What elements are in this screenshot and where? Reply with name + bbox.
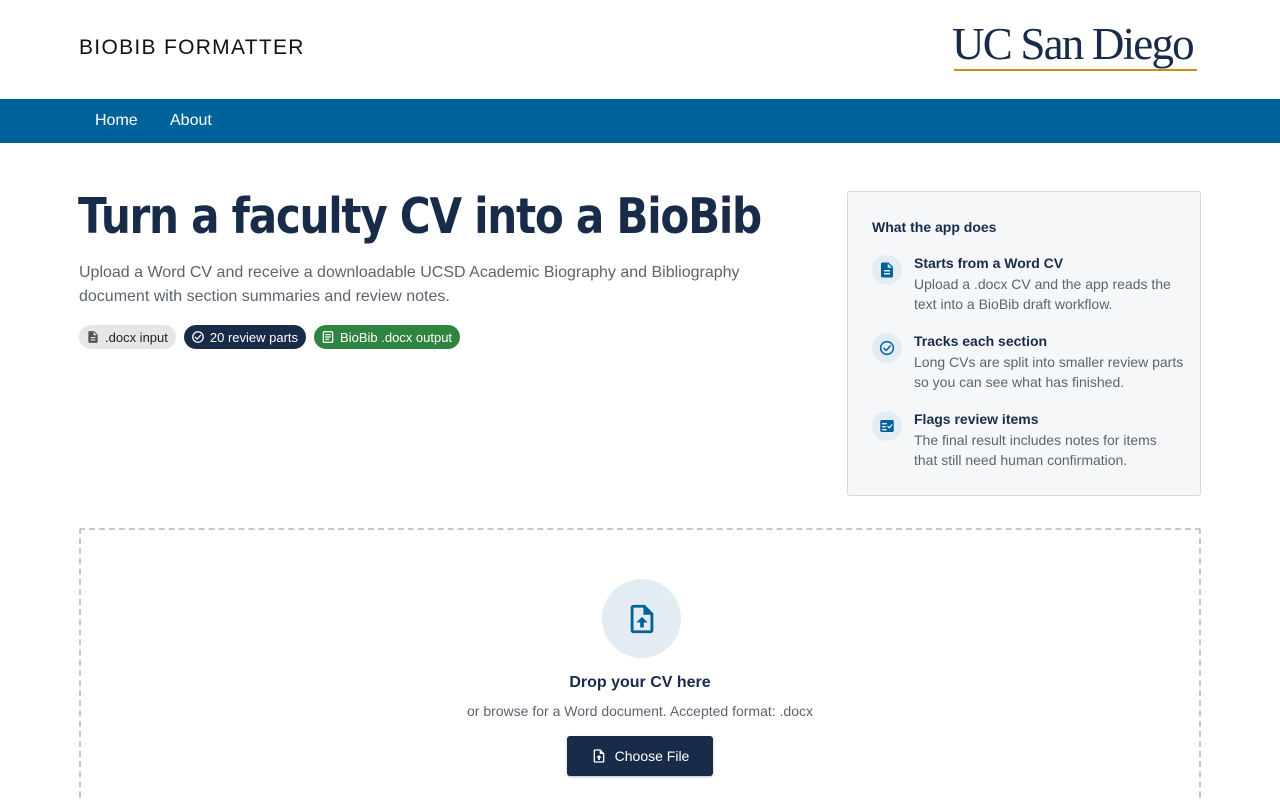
app-title: BIOBIB FORMATTER (79, 36, 305, 59)
page-title: Turn a faculty CV into a BioBib (78, 188, 762, 245)
choose-file-button[interactable]: Choose File (567, 736, 713, 776)
dropzone-subtitle: or browse for a Word document. Accepted … (466, 703, 813, 719)
upload-icon-badge (602, 579, 681, 658)
chip-label: .docx input (105, 329, 168, 345)
nav-item-about[interactable]: About (170, 99, 212, 143)
logo-text: UC San Diego (952, 19, 1195, 69)
main-nav: Home About (0, 99, 1280, 143)
feature-description: Upload a .docx CV and the app reads the … (914, 276, 1171, 312)
chip-review-parts: 20 review parts (183, 325, 307, 349)
feature-title: Starts from a Word CV (914, 255, 1064, 271)
choose-file-label: Choose File (614, 748, 690, 764)
chip-docx-input: .docx input (79, 325, 176, 349)
page-description: Upload a Word CV and receive a downloada… (79, 264, 740, 305)
feature-chips: .docx input 20 review parts BioBib .docx… (79, 325, 461, 349)
feature-title: Tracks each section (914, 333, 1048, 349)
uc-san-diego-logo[interactable]: UC San Diego (952, 18, 1200, 76)
document-icon (881, 262, 893, 278)
chip-label: 20 review parts (209, 329, 299, 345)
feature-icon-badge (872, 333, 902, 363)
feature-title: Flags review items (914, 411, 1039, 427)
document-icon (88, 331, 98, 343)
check-circle-icon (191, 331, 204, 343)
feature-icon-badge (872, 411, 902, 441)
info-card: What the app does Starts from a Word CV … (847, 191, 1201, 496)
chip-biobib-output: BioBib .docx output (314, 325, 461, 349)
feature-icon-badge (872, 255, 902, 285)
checklist-icon (880, 420, 894, 432)
feature-description: The final result includes notes for item… (914, 432, 1157, 468)
nav-item-home[interactable]: Home (95, 99, 138, 143)
file-upload-icon (630, 604, 653, 633)
check-circle-icon (879, 340, 895, 356)
info-card-title: What the app does (872, 219, 997, 235)
article-icon (322, 331, 334, 343)
dropzone-title: Drop your CV here (569, 674, 711, 691)
feature-description: Long CVs are split into smaller review p… (914, 354, 1184, 390)
cv-dropzone[interactable]: Drop your CV here or browse for a Word d… (79, 528, 1201, 800)
header: BIOBIB FORMATTER UC San Diego (0, 0, 1280, 99)
file-upload-icon (593, 749, 604, 763)
chip-label: BioBib .docx output (340, 329, 453, 345)
logo-underline (954, 69, 1197, 71)
